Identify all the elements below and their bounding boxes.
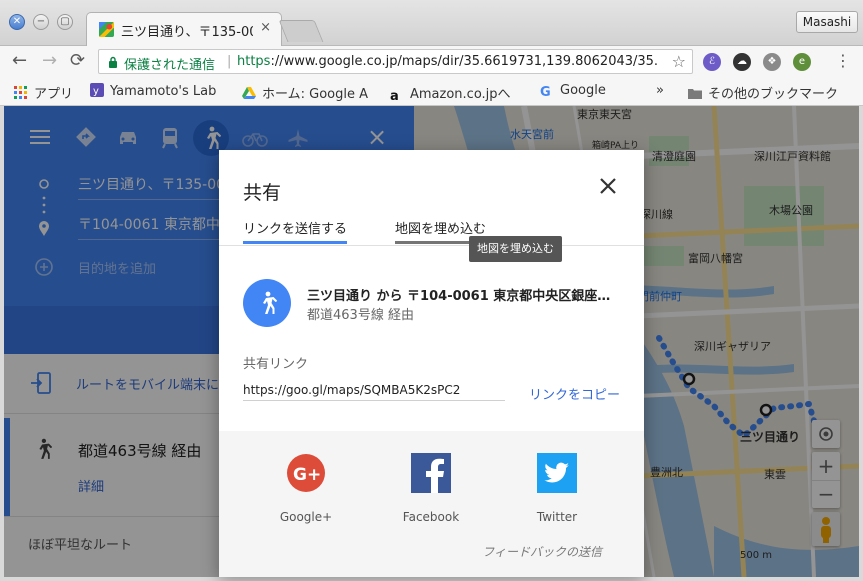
shared-route-title: 三ツ目通り から 〒104-0061 東京都中央区銀座１丁目 [307, 289, 623, 304]
tab-divider [219, 245, 644, 246]
social-label: Google+ [279, 510, 333, 524]
bookmark-label: その他のブックマーク [708, 87, 839, 102]
amazon-icon: a [390, 89, 399, 104]
browser-menu-icon[interactable]: ⋮ [835, 53, 851, 69]
browser-toolbar: ← → ⟳ 保護された通信 | https://www.google.co.jp… [0, 46, 863, 78]
social-label: Twitter [536, 510, 578, 524]
svg-text:G+: G+ [293, 465, 321, 485]
share-twitter-button[interactable]: Twitter [512, 453, 602, 524]
bookmark-google-drive[interactable]: ホーム: Google A [242, 83, 368, 102]
bookmark-apps[interactable]: アプリ [14, 83, 73, 102]
window-maximize-button[interactable]: ▢ [57, 14, 73, 30]
url-scheme: https [237, 54, 271, 69]
extension-yamamoto-icon[interactable]: ℰ [703, 53, 721, 71]
tab-title: 三ツ目通り、〒135-0061 [121, 25, 253, 40]
bookmark-amazon[interactable]: a Amazon.co.jpへ [390, 83, 511, 104]
secure-connection-label: 保護された通信 [124, 58, 216, 73]
forward-button[interactable]: → [42, 51, 57, 71]
twitter-icon [537, 453, 577, 493]
bookmark-label: Amazon.co.jpへ [410, 87, 511, 102]
shared-route-subtitle: 都道463号線 経由 [307, 308, 414, 323]
bookmarks-bar: アプリ y Yamamoto's Lab ホーム: Google A a Amazo… [0, 78, 863, 106]
walking-avatar [243, 279, 291, 327]
bookmark-star-icon[interactable]: ☆ [672, 52, 686, 71]
copy-link-button[interactable]: リンクをコピー [529, 384, 620, 403]
url-text: https://www.google.co.jp/maps/dir/35.661… [237, 54, 657, 69]
social-label: Facebook [402, 510, 460, 524]
share-facebook-button[interactable]: Facebook [386, 453, 476, 524]
share-dialog: 共有 リンクを送信する 地図を埋め込む 地図を埋め込む 三ツ目通り から 〒10… [219, 150, 644, 577]
share-link-label: 共有リンク [243, 357, 309, 372]
reload-button[interactable]: ⟳ [70, 51, 85, 71]
google-icon: G [540, 85, 551, 100]
back-button[interactable]: ← [12, 51, 27, 71]
embed-map-tooltip: 地図を埋め込む [469, 236, 562, 262]
google-plus-icon: G+ [287, 454, 325, 492]
window-close-button[interactable]: ✕ [9, 14, 25, 30]
window-titlebar: ✕ − ▢ 三ツ目通り、〒135-0061 × Masashi [0, 0, 863, 46]
browser-tab[interactable]: 三ツ目通り、〒135-0061 × [86, 12, 282, 46]
evernote-extension-icon[interactable]: e [793, 53, 811, 71]
window-minimize-button[interactable]: − [33, 14, 49, 30]
google-maps-favicon-icon [99, 22, 114, 37]
bookmarks-overflow-icon[interactable]: » [656, 83, 664, 98]
bookmark-label: ホーム: Google A [262, 87, 368, 102]
bookmark-other[interactable]: その他のブックマーク [688, 83, 838, 102]
address-bar[interactable]: 保護された通信 | https://www.google.co.jp/maps/… [98, 49, 693, 74]
share-link-input[interactable] [243, 379, 505, 401]
send-feedback-link[interactable]: フィードバックの送信 [482, 543, 602, 560]
social-share-section: G+ Google+ Facebook Twitter フィードバックの送信 [219, 431, 644, 577]
facebook-icon [411, 453, 451, 493]
url-rest: ://www.google.co.jp/maps/dir/35.6619731,… [270, 54, 657, 69]
bookmark-label: アプリ [34, 87, 74, 102]
apps-icon [14, 86, 27, 99]
extension-puzzle-icon[interactable]: ❖ [763, 53, 781, 71]
bookmark-google[interactable]: G Google [540, 83, 606, 100]
active-tab-indicator [243, 241, 347, 244]
extension-cloud-icon[interactable]: ☁ [733, 53, 751, 71]
profile-button[interactable]: Masashi [796, 11, 858, 33]
tab-embed-map[interactable]: 地図を埋め込む [395, 218, 486, 237]
url-separator: | [227, 54, 232, 69]
tab-send-link[interactable]: リンクを送信する [243, 218, 347, 237]
lock-icon [109, 56, 117, 68]
share-dialog-title: 共有 [243, 182, 282, 204]
walking-icon [263, 291, 277, 314]
yamamoto-lab-icon: y [90, 83, 104, 97]
new-tab-button[interactable] [278, 20, 324, 42]
close-icon[interactable] [596, 174, 620, 198]
bookmark-yamamoto-lab[interactable]: y Yamamoto's Lab [90, 83, 216, 99]
bookmark-label: Yamamoto's Lab [110, 84, 217, 99]
svg-text:y: y [93, 86, 99, 97]
google-drive-icon [242, 87, 256, 99]
folder-icon [688, 89, 702, 99]
tab-close-icon[interactable]: × [260, 20, 271, 35]
share-google-plus-button[interactable]: G+ Google+ [261, 453, 351, 524]
bookmark-label: Google [560, 83, 606, 98]
